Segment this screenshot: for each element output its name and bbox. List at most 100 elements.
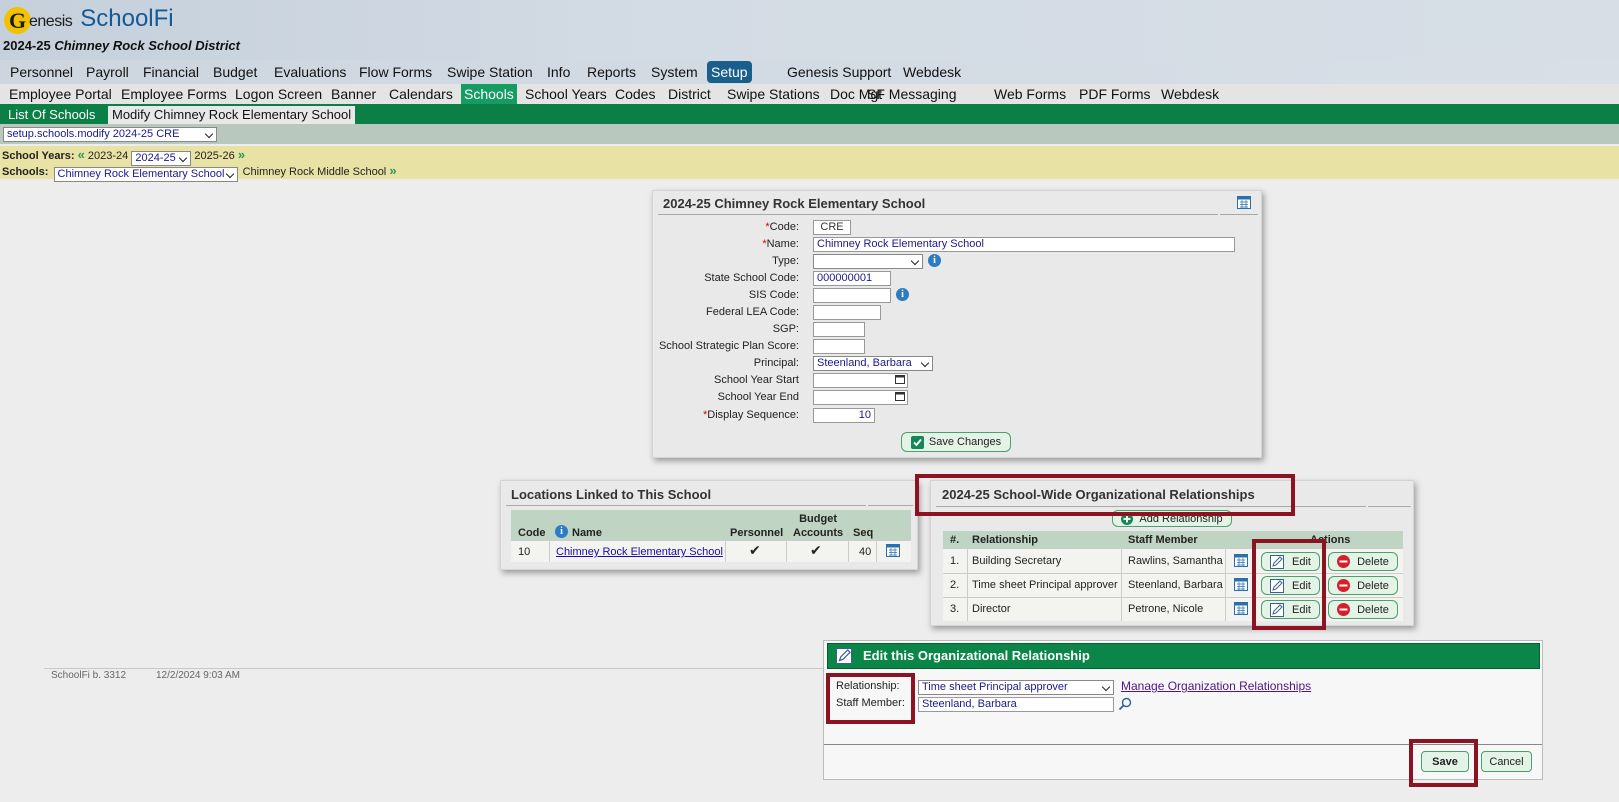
col-staff-member: Staff Member — [1128, 534, 1198, 546]
nav-webdesk[interactable]: Webdesk — [899, 61, 965, 83]
subnav-calendars[interactable]: Calendars — [386, 84, 456, 104]
sis-info-icon[interactable]: i — [896, 288, 909, 301]
subnav-web-forms[interactable]: Web Forms — [991, 84, 1069, 104]
subnav-webdesk[interactable]: Webdesk — [1158, 84, 1222, 104]
location-name-link[interactable]: Chimney Rock Elementary School — [556, 545, 723, 559]
personnel-check-icon: ✔ — [749, 542, 761, 558]
nav-financial[interactable]: Financial — [139, 61, 203, 83]
display-seq-field[interactable]: 10 — [813, 408, 875, 423]
principal-select[interactable]: Steenland, Barbara — [813, 356, 933, 371]
build-version: SchoolFi b. 3312 — [51, 670, 127, 681]
subnav-employee-forms[interactable]: Employee Forms — [118, 84, 230, 104]
school-select[interactable]: Chimney Rock Elementary School — [53, 167, 238, 182]
nav-personnel[interactable]: Personnel — [6, 61, 77, 83]
col-divider — [848, 540, 849, 562]
nav-flow-forms[interactable]: Flow Forms — [355, 61, 436, 83]
subnav-banner[interactable]: Banner — [328, 84, 379, 104]
sgp-field[interactable] — [813, 322, 865, 337]
type-select[interactable] — [813, 254, 923, 269]
locations-table-header — [511, 510, 911, 540]
manage-relationships-link[interactable]: Manage Organization Relationships — [1121, 679, 1311, 693]
year-start-field[interactable] — [813, 373, 908, 388]
subnav-sf-messaging[interactable]: SF Messaging — [864, 84, 959, 104]
nav-setup[interactable]: Setup — [707, 61, 752, 83]
next-year-icon[interactable]: » — [238, 147, 245, 162]
type-info-icon[interactable]: i — [928, 254, 941, 267]
subnav-swipe-stations[interactable]: Swipe Stations — [724, 84, 823, 104]
col-budget-accounts: Budget Accounts — [793, 513, 844, 539]
tab-bar: List Of Schools Modify Chimney Rock Elem… — [0, 104, 1619, 124]
lea-code-field[interactable] — [813, 305, 881, 320]
dialog-header: Edit this Organizational Relationship — [827, 643, 1540, 669]
app-logo[interactable]: G enesis SchoolFi — [4, 4, 174, 34]
title-rule — [506, 505, 866, 506]
row-num: 3. — [950, 603, 960, 615]
subnav-logon-screen[interactable]: Logon Screen — [232, 84, 325, 104]
subnav-school-years[interactable]: School Years — [522, 84, 610, 104]
staff-member-field[interactable]: Steenland, Barbara — [918, 697, 1114, 712]
nav-payroll[interactable]: Payroll — [82, 61, 133, 83]
nav-genesis-support[interactable]: Genesis Support — [783, 61, 895, 83]
state-code-field[interactable]: 000000001 — [813, 271, 891, 286]
calendar-icon[interactable] — [1234, 602, 1248, 615]
relationship-name: Director — [972, 603, 1011, 615]
col-code: Code — [518, 527, 546, 539]
footer-datetime: 12/2/2024 9:03 AM — [156, 670, 240, 681]
calendar-icon[interactable] — [886, 544, 900, 557]
tab-modify-school[interactable]: Modify Chimney Rock Elementary School — [108, 106, 356, 124]
year-end-field[interactable] — [813, 390, 908, 405]
edit-icon — [836, 648, 852, 664]
nav-budget[interactable]: Budget — [209, 61, 261, 83]
date-picker-icon[interactable] — [895, 374, 905, 384]
subnav-codes[interactable]: Codes — [612, 84, 658, 104]
cancel-button[interactable]: Cancel — [1481, 751, 1532, 772]
location-code: 10 — [518, 546, 531, 558]
save-changes-button[interactable]: Save Changes — [901, 432, 1011, 452]
subnav-district[interactable]: District — [665, 84, 714, 104]
nav-reports[interactable]: Reports — [583, 61, 640, 83]
location-seq: 40 — [859, 546, 872, 558]
title-rule-right — [1220, 214, 1258, 215]
type-label: Type: — [772, 255, 799, 267]
prev-year-icon[interactable]: « — [78, 147, 85, 162]
next-year-link[interactable]: 2025-26 — [194, 150, 234, 162]
next-school-icon[interactable]: » — [389, 163, 396, 178]
prev-year-link[interactable]: 2023-24 — [88, 150, 128, 162]
name-info-icon[interactable]: i — [555, 525, 568, 538]
code-field[interactable]: CRE — [813, 220, 851, 235]
page-select[interactable]: setup.schools.modify 2024-25 CRE — [3, 127, 217, 142]
locations-panel: Locations Linked to This School Code i N… — [500, 480, 918, 570]
principal-label: Principal: — [753, 357, 799, 369]
calendar-icon[interactable] — [1234, 578, 1248, 591]
subnav-schools[interactable]: Schools — [461, 84, 517, 104]
search-icon[interactable] — [1118, 697, 1132, 711]
calendar-icon[interactable] — [1237, 196, 1251, 209]
tab-list-of-schools[interactable]: List Of Schools — [4, 106, 99, 124]
subnav-pdf-forms[interactable]: PDF Forms — [1076, 84, 1154, 104]
nav-info[interactable]: Info — [543, 61, 574, 83]
delete-button[interactable]: Delete — [1328, 576, 1398, 595]
app-header: G enesis SchoolFi 2024-25 Chimney Rock S… — [0, 0, 1619, 60]
next-school-link[interactable]: Chimney Rock Middle School — [243, 166, 387, 178]
footer-rule — [44, 668, 824, 669]
delete-button[interactable]: Delete — [1328, 600, 1398, 619]
nav-system[interactable]: System — [647, 61, 702, 83]
strategic-plan-field[interactable] — [813, 339, 865, 354]
name-field[interactable]: Chimney Rock Elementary School — [813, 237, 1235, 252]
relationship-select[interactable]: Time sheet Principal approver — [918, 680, 1114, 695]
school-years-label: School Years: — [2, 150, 75, 162]
delete-label: Delete — [1357, 603, 1389, 616]
minus-circle-icon — [1337, 555, 1351, 568]
calendar-icon[interactable] — [1234, 554, 1248, 567]
col-divider — [1225, 548, 1226, 621]
sis-code-field[interactable] — [813, 288, 891, 303]
checkbox-icon — [910, 435, 924, 449]
subnav-employee-portal[interactable]: Employee Portal — [6, 84, 115, 104]
date-picker-icon[interactable] — [895, 391, 905, 401]
nav-evaluations[interactable]: Evaluations — [270, 61, 350, 83]
col-divider — [725, 540, 726, 562]
sgp-label: SGP: — [772, 323, 799, 335]
nav-swipe-station[interactable]: Swipe Station — [443, 61, 537, 83]
delete-button[interactable]: Delete — [1328, 552, 1398, 571]
app-name: SchoolFi — [80, 5, 174, 32]
